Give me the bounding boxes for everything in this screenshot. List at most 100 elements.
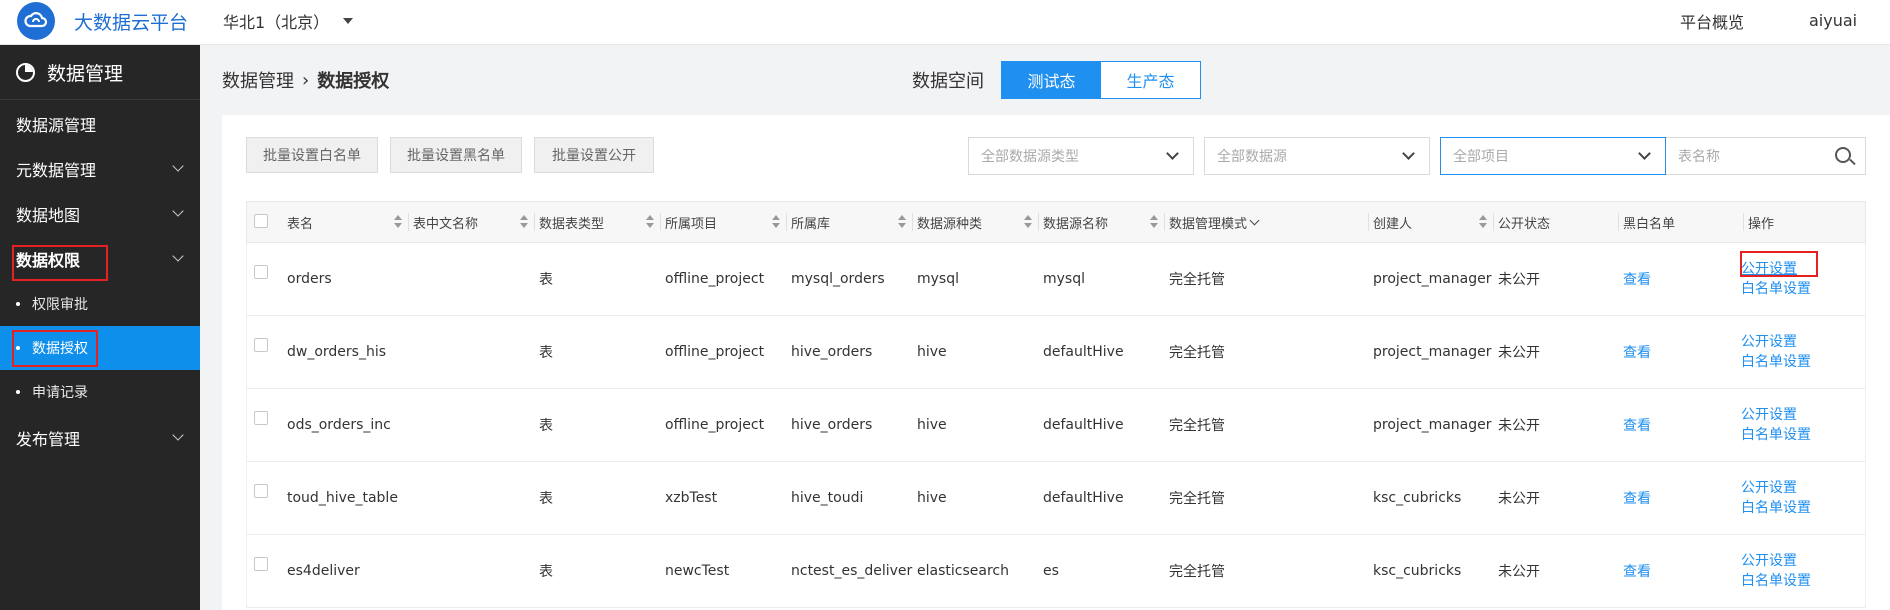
column-header[interactable]: 数据表类型 [534,202,660,242]
row-checkbox[interactable] [254,265,268,279]
column-header[interactable]: 表中文名称 [408,202,534,242]
chevron-down-icon [172,160,184,172]
database-cell: hive_orders [791,417,873,433]
sort-icon[interactable] [898,215,906,229]
sort-icon[interactable] [1479,215,1487,229]
datasource-name-cell: defaultHive [1043,417,1124,433]
row-checkbox[interactable] [254,484,268,498]
whitelist-settings-link[interactable]: 白名单设置 [1741,498,1811,518]
sort-icon[interactable] [1024,215,1032,229]
cloud-logo-icon[interactable] [17,2,55,40]
creator-cell: ksc_cubricks [1373,490,1462,506]
project-cell: newcTest [665,563,730,579]
breadcrumb: 数据管理 › 数据授权 [222,67,389,93]
management-mode-cell: 完全托管 [1169,418,1225,434]
sidebar-item-approval[interactable]: 权限审批 [0,282,200,326]
row-checkbox[interactable] [254,411,268,425]
whitelist-settings-link[interactable]: 白名单设置 [1741,352,1811,372]
sidebar-item-publish[interactable]: 发布管理 [0,416,200,460]
operations-cell: 公开设置 白名单设置 [1741,316,1811,388]
view-bw-list-link[interactable]: 查看 [1618,462,1651,534]
public-settings-link[interactable]: 公开设置 [1741,332,1811,352]
table-type-cell: 表 [539,272,553,288]
table-name-cell: es4deliver [287,563,360,579]
management-mode-cell: 完全托管 [1169,564,1225,580]
batch-whitelist-button[interactable]: 批量设置白名单 [246,137,378,173]
column-header[interactable]: 数据源种类 [912,202,1038,242]
operations-cell: 公开设置 白名单设置 [1741,462,1811,534]
sidebar-item-datamap[interactable]: 数据地图 [0,192,200,236]
public-settings-link[interactable]: 公开设置 [1741,478,1811,498]
table-row[interactable]: orders 表 offline_project mysql_orders my… [246,243,1866,316]
public-status-cell: 未公开 [1498,272,1540,288]
project-cell: xzbTest [665,490,718,506]
database-cell: mysql_orders [791,271,885,287]
column-header[interactable]: 数据管理模式 [1164,202,1368,242]
database-cell: hive_toudi [791,490,864,506]
column-header: 公开状态 [1498,216,1551,232]
table-header: 表名 表中文名称 数据表类型 所属项目 所属库 数据源种类 数据源名称 数据管理… [246,201,1866,243]
column-header[interactable]: 所属库 [786,202,912,242]
bullet-icon [16,390,20,394]
row-checkbox[interactable] [254,338,268,352]
datasource-type-select[interactable]: 全部数据源类型 [968,137,1194,175]
column-header: 操作 [1748,216,1775,232]
highlight-box [1740,251,1818,277]
datasource-name-cell: mysql [1043,271,1085,287]
table-row[interactable]: dw_orders_his 表 offline_project hive_ord… [246,316,1866,389]
datasource-name-cell: defaultHive [1043,344,1124,360]
select-all-checkbox[interactable] [254,214,268,228]
brand-title[interactable]: 大数据云平台 [74,8,188,35]
sort-icon[interactable] [646,215,654,229]
table-row[interactable]: es4deliver 表 newcTest nctest_es_deliver … [246,535,1866,608]
whitelist-settings-link[interactable]: 白名单设置 [1741,571,1811,591]
table-row[interactable]: ods_orders_inc 表 offline_project hive_or… [246,389,1866,462]
sidebar-item-label: 元数据管理 [16,161,97,180]
sidebar-item-datasource[interactable]: 数据源管理 [0,102,200,146]
data-space-label: 数据空间 [912,71,984,92]
platform-overview-link[interactable]: 平台概览 [1680,9,1744,33]
whitelist-settings-link[interactable]: 白名单设置 [1741,425,1811,445]
column-header[interactable]: 数据源名称 [1038,202,1164,242]
chinese-name-cell [408,243,413,315]
row-checkbox[interactable] [254,557,268,571]
project-cell: offline_project [665,271,765,287]
sidebar-item-label: 数据源管理 [16,116,97,135]
public-status-cell: 未公开 [1498,345,1540,361]
sort-icon[interactable] [1150,215,1158,229]
column-header[interactable]: 创建人 [1368,202,1493,242]
sort-icon[interactable] [394,215,402,229]
sort-icon[interactable] [520,215,528,229]
view-bw-list-link[interactable]: 查看 [1618,316,1651,388]
select-value: 全部数据源类型 [981,149,1079,165]
tab-production[interactable]: 生产态 [1101,62,1200,98]
public-settings-link[interactable]: 公开设置 [1741,405,1811,425]
sort-icon[interactable] [772,215,780,229]
creator-cell: ksc_cubricks [1373,563,1462,579]
table-row[interactable]: toud_hive_table 表 xzbTest hive_toudi hiv… [246,462,1866,535]
batch-blacklist-button[interactable]: 批量设置黑名单 [390,137,522,173]
project-cell: offline_project [665,344,765,360]
column-header[interactable]: 表名 [282,202,408,242]
user-menu[interactable]: aiyuai [1809,11,1857,30]
datasource-select[interactable]: 全部数据源 [1204,137,1430,175]
sidebar-item-metadata[interactable]: 元数据管理 [0,147,200,191]
search-icon[interactable] [1835,147,1851,163]
batch-public-button[interactable]: 批量设置公开 [534,137,654,173]
pie-chart-icon [16,62,35,82]
view-bw-list-link[interactable]: 查看 [1618,243,1651,315]
creator-cell: project_manager [1373,417,1492,433]
project-select[interactable]: 全部项目 [1440,137,1666,175]
sidebar-item-request-log[interactable]: 申请记录 [0,370,200,414]
region-selector[interactable]: 华北1（北京） [223,9,354,33]
breadcrumb-parent[interactable]: 数据管理 [222,67,294,93]
tab-test[interactable]: 测试态 [1002,62,1101,98]
view-bw-list-link[interactable]: 查看 [1618,535,1651,607]
view-bw-list-link[interactable]: 查看 [1618,389,1651,461]
whitelist-settings-link[interactable]: 白名单设置 [1741,279,1811,299]
public-settings-link[interactable]: 公开设置 [1741,551,1811,571]
column-header[interactable]: 所属项目 [660,202,786,242]
table-name-search-input[interactable]: 表名称 [1666,137,1866,175]
chevron-down-icon[interactable] [1249,215,1260,225]
sidebar-title: 数据管理 [0,45,200,100]
